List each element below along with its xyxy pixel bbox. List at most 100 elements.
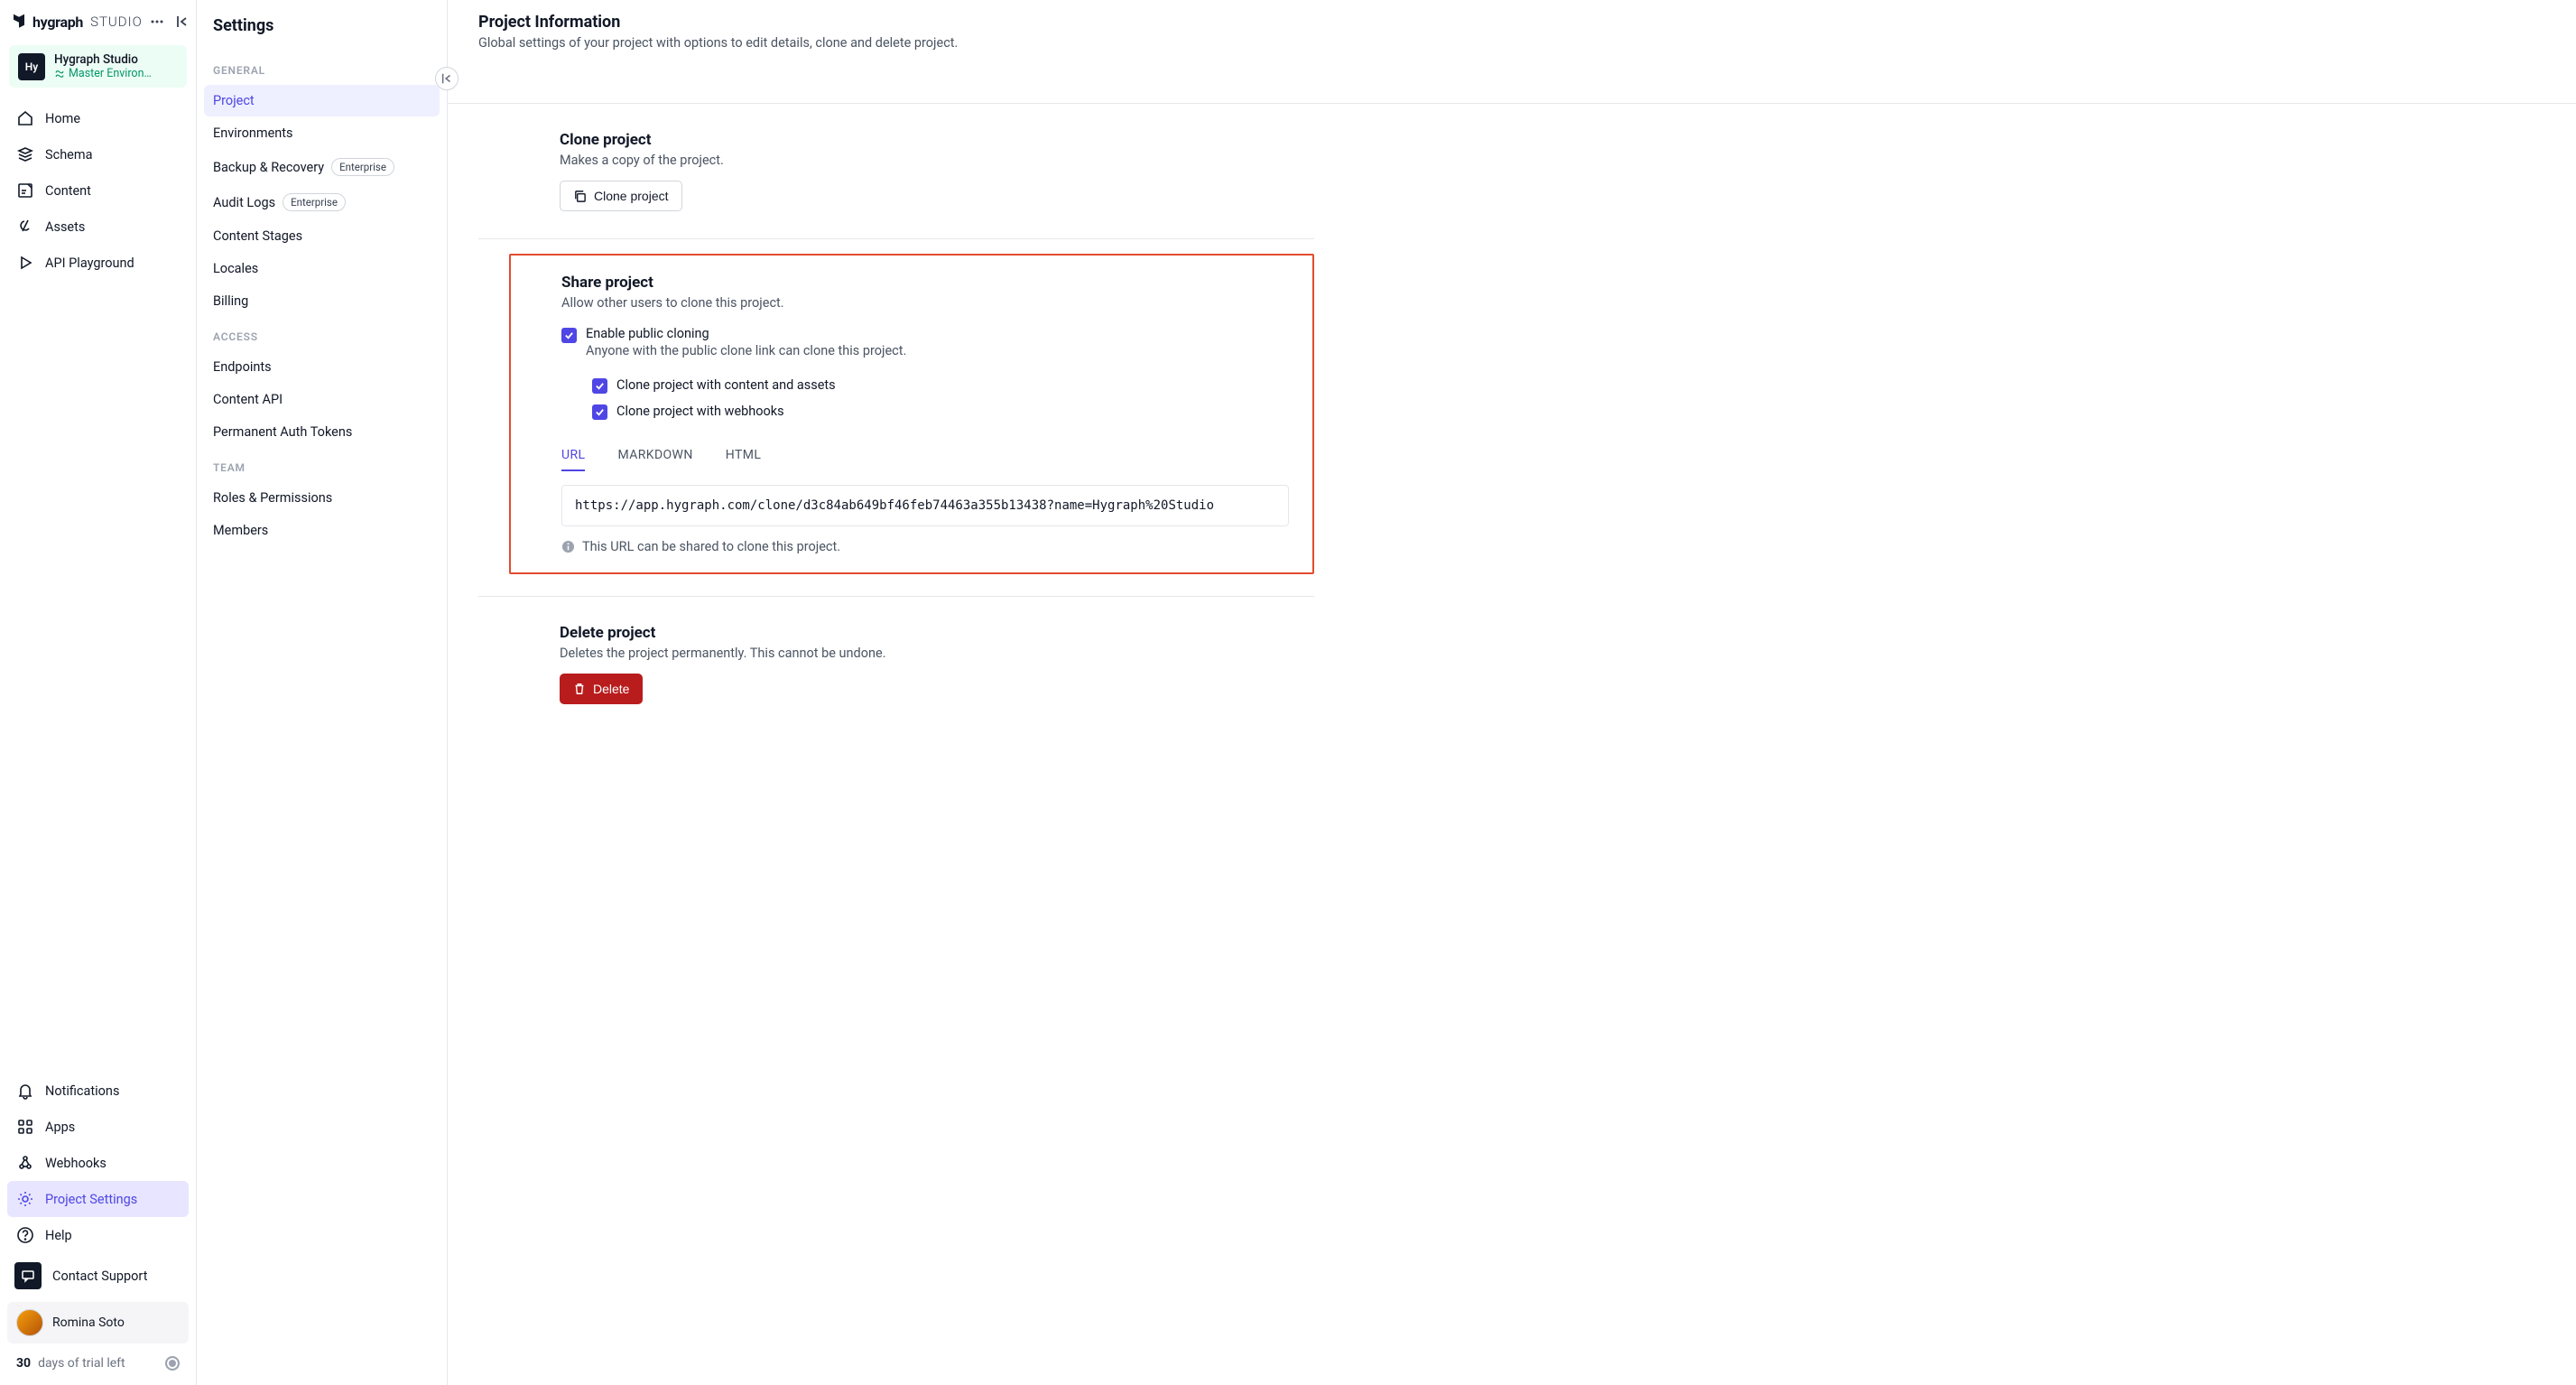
logo-suffix: STUDIO bbox=[90, 14, 143, 30]
nav-label: Home bbox=[45, 111, 80, 126]
sidebar-item-assets[interactable]: Assets bbox=[7, 209, 189, 245]
assets-icon bbox=[16, 218, 34, 236]
clone-content-label: Clone project with content and assets bbox=[616, 377, 836, 393]
clone-subtitle: Makes a copy of the project. bbox=[560, 153, 1314, 168]
project-env: Master Environ… bbox=[54, 67, 152, 80]
settings-item-permanent-auth-tokens[interactable]: Permanent Auth Tokens bbox=[204, 416, 440, 448]
settings-item-members[interactable]: Members bbox=[204, 515, 440, 546]
clone-webhooks-row: Clone project with webhooks bbox=[592, 398, 1289, 424]
settings-item-label: Members bbox=[213, 523, 268, 538]
nav-label: Webhooks bbox=[45, 1156, 107, 1171]
settings-sidebar: Settings GENERAL Project Environments Back… bbox=[197, 0, 448, 1385]
settings-item-label: Endpoints bbox=[213, 359, 272, 375]
schema-icon bbox=[16, 145, 34, 163]
enterprise-badge: Enterprise bbox=[331, 158, 394, 176]
nav-label: Schema bbox=[45, 147, 92, 163]
sidebar-item-content[interactable]: Content bbox=[7, 172, 189, 209]
enable-public-cloning-desc: Anyone with the public clone link can cl… bbox=[586, 343, 906, 358]
main-content: Project Information Global settings of y… bbox=[448, 0, 2576, 1385]
sidebar-item-contact-support[interactable]: Contact Support bbox=[7, 1253, 189, 1298]
settings-item-label: Billing bbox=[213, 293, 248, 309]
apps-icon bbox=[16, 1118, 34, 1136]
webhooks-icon bbox=[16, 1154, 34, 1172]
settings-item-label: Permanent Auth Tokens bbox=[213, 424, 352, 440]
notifications-icon bbox=[16, 1082, 34, 1100]
help-icon bbox=[16, 1226, 34, 1244]
user-name: Romina Soto bbox=[52, 1315, 125, 1330]
settings-item-project[interactable]: Project bbox=[204, 85, 440, 116]
sidebar-item-webhooks[interactable]: Webhooks bbox=[7, 1145, 189, 1181]
tab-html[interactable]: HTML bbox=[726, 441, 762, 471]
copy-icon bbox=[573, 190, 587, 203]
info-icon bbox=[561, 540, 575, 553]
clone-content-row: Clone project with content and assets bbox=[592, 372, 1289, 398]
settings-item-endpoints[interactable]: Endpoints bbox=[204, 351, 440, 383]
settings-item-locales[interactable]: Locales bbox=[204, 253, 440, 284]
user-menu[interactable]: Romina Soto bbox=[7, 1302, 189, 1343]
delete-project-section: Delete project Deletes the project perma… bbox=[478, 596, 1314, 731]
collapse-sidebar-icon[interactable] bbox=[173, 13, 191, 31]
settings-item-label: Locales bbox=[213, 261, 258, 276]
hygraph-logo-icon bbox=[11, 13, 27, 31]
share-project-section: Share project Allow other users to clone… bbox=[509, 254, 1314, 574]
content-icon bbox=[16, 181, 34, 200]
clone-content-checkbox[interactable] bbox=[592, 378, 607, 394]
nav-label: API Playground bbox=[45, 256, 134, 271]
sidebar-item-help[interactable]: Help bbox=[7, 1217, 189, 1253]
clone-project-button[interactable]: Clone project bbox=[560, 181, 682, 211]
page-subtitle: Global settings of your project with opt… bbox=[478, 35, 1314, 51]
sidebar-item-schema[interactable]: Schema bbox=[7, 136, 189, 172]
share-title: Share project bbox=[561, 274, 1289, 292]
share-url-output[interactable]: https://app.hygraph.com/clone/d3c84ab649… bbox=[561, 485, 1289, 526]
page-title: Project Information bbox=[478, 13, 1314, 32]
nav-label: Help bbox=[45, 1228, 72, 1243]
project-badge[interactable]: Hy Hygraph Studio Master Environ… bbox=[9, 45, 187, 88]
project-avatar: Hy bbox=[18, 53, 45, 80]
sidebar-item-api-playground[interactable]: API Playground bbox=[7, 245, 189, 281]
tab-markdown[interactable]: MARKDOWN bbox=[617, 441, 692, 471]
settings-item-label: Project bbox=[213, 93, 255, 108]
settings-item-label: Content API bbox=[213, 392, 283, 407]
settings-section-general: GENERAL bbox=[204, 51, 440, 84]
settings-item-content-api[interactable]: Content API bbox=[204, 384, 440, 415]
settings-item-label: Environments bbox=[213, 125, 293, 141]
project-settings-icon bbox=[16, 1190, 34, 1208]
enable-public-cloning-checkbox[interactable] bbox=[561, 328, 577, 343]
sidebar-item-notifications[interactable]: Notifications bbox=[7, 1073, 189, 1109]
primary-sidebar: hygraph STUDIO Hy Hygraph Studio Master … bbox=[0, 0, 197, 1385]
enable-public-cloning-row: Enable public cloning Anyone with the pu… bbox=[561, 323, 1289, 361]
tab-url[interactable]: URL bbox=[561, 441, 585, 471]
enable-public-cloning-label: Enable public cloning bbox=[586, 326, 906, 341]
settings-title: Settings bbox=[204, 14, 440, 51]
clone-project-section: Clone project Makes a copy of the projec… bbox=[478, 104, 1314, 239]
home-icon bbox=[16, 109, 34, 127]
share-info-text: This URL can be shared to clone this pro… bbox=[582, 539, 840, 554]
more-icon[interactable] bbox=[148, 13, 166, 31]
api-playground-icon bbox=[16, 254, 34, 272]
logo-brand: hygraph bbox=[32, 14, 83, 31]
settings-item-backup-recovery[interactable]: Backup & RecoveryEnterprise bbox=[204, 150, 440, 184]
delete-subtitle: Deletes the project permanently. This ca… bbox=[560, 646, 1314, 661]
share-subtitle: Allow other users to clone this project. bbox=[561, 295, 1289, 311]
settings-item-environments[interactable]: Environments bbox=[204, 117, 440, 149]
collapse-settings-icon[interactable] bbox=[435, 67, 459, 90]
settings-item-label: Audit Logs bbox=[213, 195, 275, 210]
trial-status: 30 days of trial left bbox=[7, 1347, 189, 1380]
nav-label: Content bbox=[45, 183, 91, 199]
delete-button[interactable]: Delete bbox=[560, 674, 643, 704]
share-info-row: This URL can be shared to clone this pro… bbox=[561, 539, 1289, 554]
sidebar-item-home[interactable]: Home bbox=[7, 100, 189, 136]
settings-section-access: ACCESS bbox=[204, 318, 440, 350]
settings-item-billing[interactable]: Billing bbox=[204, 285, 440, 317]
contact-support-label: Contact Support bbox=[52, 1269, 147, 1284]
nav-label: Project Settings bbox=[45, 1192, 137, 1207]
settings-item-label: Roles & Permissions bbox=[213, 490, 332, 506]
logo-row: hygraph STUDIO bbox=[0, 0, 196, 40]
sidebar-item-apps[interactable]: Apps bbox=[7, 1109, 189, 1145]
settings-item-content-stages[interactable]: Content Stages bbox=[204, 220, 440, 252]
clone-webhooks-checkbox[interactable] bbox=[592, 404, 607, 420]
settings-item-audit-logs[interactable]: Audit LogsEnterprise bbox=[204, 185, 440, 219]
settings-item-roles-permissions[interactable]: Roles & Permissions bbox=[204, 482, 440, 514]
clone-webhooks-label: Clone project with webhooks bbox=[616, 404, 784, 419]
sidebar-item-project-settings[interactable]: Project Settings bbox=[7, 1181, 189, 1217]
